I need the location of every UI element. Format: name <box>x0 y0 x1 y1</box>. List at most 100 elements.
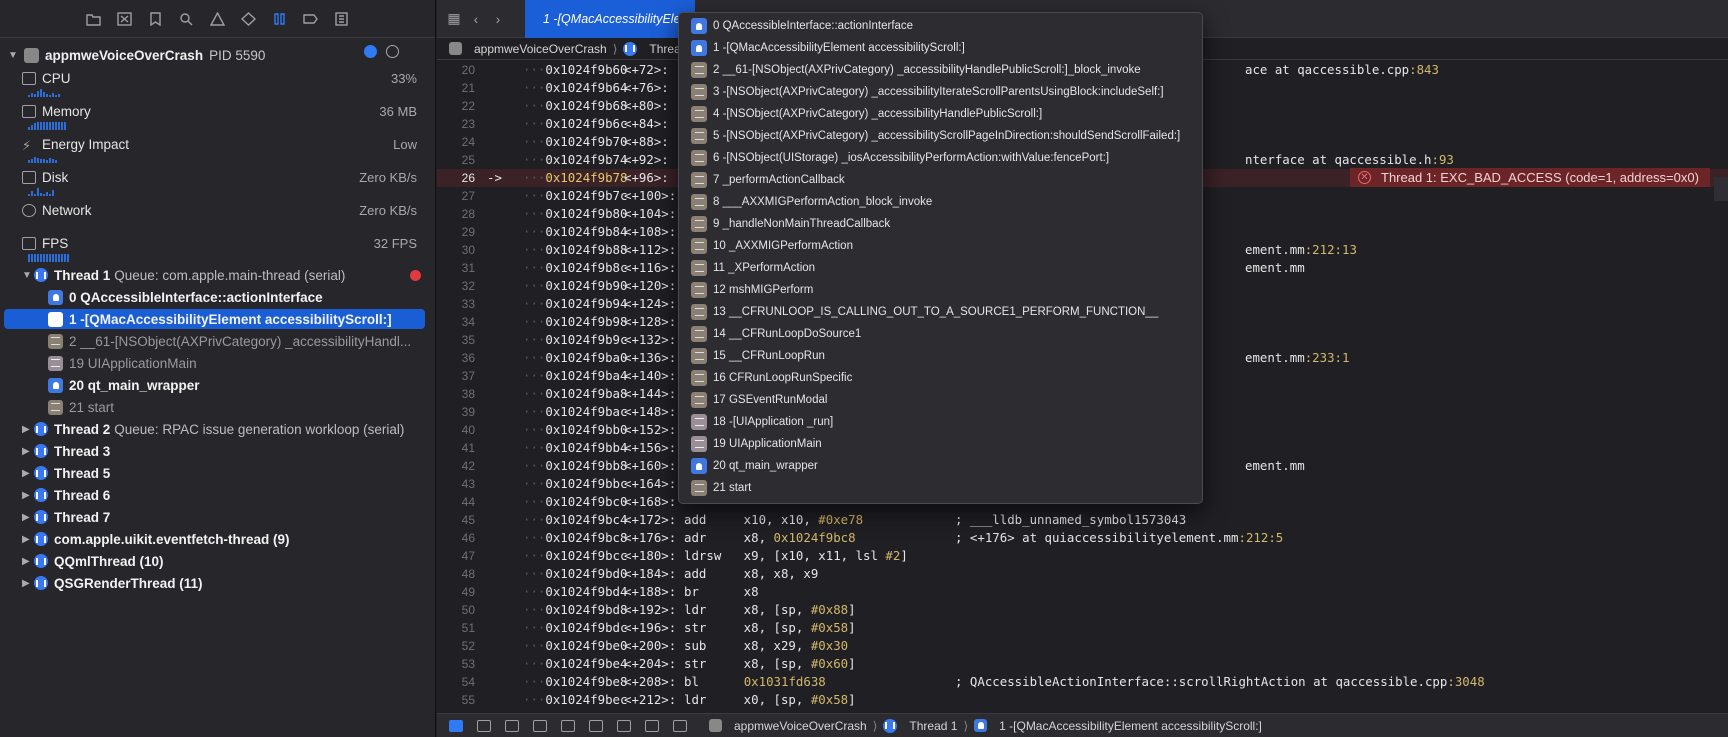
memory-graph-icon[interactable] <box>617 719 631 732</box>
thread-row[interactable]: ▶ Thread 6 <box>0 485 427 505</box>
view-debugger-icon[interactable] <box>589 719 603 732</box>
chevron-down-icon[interactable]: ▼ <box>8 50 20 61</box>
chevron-right-icon[interactable]: ▶ <box>22 578 34 589</box>
stack-menu-label: 15 __CFRunLoopRun <box>713 350 825 362</box>
stack-menu-item[interactable]: 4 -[NSObject(AXPrivCategory) _accessibil… <box>679 103 1202 125</box>
breakpoint-icon[interactable] <box>302 11 319 26</box>
code-line[interactable]: 45 ···0x1024f9bc4 <+172>: add x10, x10, #0x… <box>437 511 1728 529</box>
step-out-icon[interactable] <box>561 719 575 732</box>
source-control-icon[interactable] <box>116 11 133 26</box>
gauge-cpu[interactable]: CPU 33% <box>22 69 417 99</box>
stack-menu-item[interactable]: 1 -[QMacAccessibilityElement accessibili… <box>679 37 1202 59</box>
thread-row[interactable]: ▶ Thread 3 <box>0 441 427 461</box>
crash-message: Thread 1: EXC_BAD_ACCESS (code=1, addres… <box>1381 170 1699 185</box>
stack-menu-item[interactable]: 16 CFRunLoopRunSpecific <box>679 367 1202 389</box>
thread-row[interactable]: ▶ QQmlThread (10) <box>0 551 427 571</box>
gauge-fps[interactable]: FPS 32 FPS <box>22 234 417 264</box>
frame-row[interactable]: 19 UIApplicationMain <box>0 353 427 373</box>
stack-menu-item[interactable]: 8 ___AXXMIGPerformAction_block_invoke <box>679 191 1202 213</box>
code-line[interactable]: 54 ···0x1024f9be8 <+208>: bl 0x1031fd638 ; Q… <box>437 673 1728 691</box>
bookmark-icon[interactable] <box>147 11 164 26</box>
chevron-down-icon[interactable]: ▼ <box>22 270 34 281</box>
frame-row[interactable]: 0 QAccessibleInterface::actionInterface <box>0 287 427 307</box>
stack-menu-item[interactable]: 21 start <box>679 477 1202 499</box>
stack-menu-item[interactable]: 12 mshMIGPerform <box>679 279 1202 301</box>
thread-row[interactable]: ▶ Thread 2 Queue: RPAC issue generation wo… <box>0 419 427 439</box>
thread-row[interactable]: ▶ QSGRenderThread (11) <box>0 573 427 593</box>
code-line[interactable]: 53 ···0x1024f9be4 <+204>: str x8, [sp, #0x6… <box>437 655 1728 673</box>
stack-menu-item[interactable]: 14 __CFRunLoopDoSource1 <box>679 323 1202 345</box>
stack-menu-item[interactable]: 10 _AXXMIGPerformAction <box>679 235 1202 257</box>
report-icon[interactable] <box>333 11 350 26</box>
chevron-right-icon[interactable]: ▶ <box>22 446 34 457</box>
stack-menu-item[interactable]: 15 __CFRunLoopRun <box>679 345 1202 367</box>
stack-menu-item[interactable]: 17 GSEventRunModal <box>679 389 1202 411</box>
thread-label: Thread 3 <box>54 443 111 459</box>
chevron-right-icon[interactable]: ▶ <box>22 534 34 545</box>
debug-icon[interactable] <box>271 11 288 26</box>
environment-icon[interactable] <box>645 719 659 732</box>
pause-icon[interactable] <box>386 45 399 58</box>
code-line[interactable]: 50 ···0x1024f9bd8 <+192>: ldr x8, [sp, #0x8… <box>437 601 1728 619</box>
code-line[interactable]: 51 ···0x1024f9bdc <+196>: str x8, [sp, #0x5… <box>437 619 1728 637</box>
crumb-frame[interactable]: 1 -[QMacAccessibilityElement accessibili… <box>999 719 1262 733</box>
gauge-memory[interactable]: Memory 36 MB <box>22 102 417 132</box>
crumb-thread[interactable]: Thread 1 <box>909 719 957 733</box>
frame-row[interactable]: 20 qt_main_wrapper <box>0 375 427 395</box>
issue-icon[interactable] <box>209 11 226 26</box>
thread-row[interactable]: ▶ com.apple.uikit.eventfetch-thread (9) <box>0 529 427 549</box>
chevron-right-icon[interactable]: ▶ <box>22 490 34 501</box>
thread-row[interactable]: ▶ Thread 5 <box>0 463 427 483</box>
test-icon[interactable] <box>240 11 257 26</box>
stack-menu-item[interactable]: 2 __61-[NSObject(AXPrivCategory) _access… <box>679 59 1202 81</box>
location-icon[interactable] <box>673 719 687 732</box>
step-over-icon[interactable] <box>505 719 519 732</box>
scrollbar-thumb[interactable] <box>1714 177 1728 201</box>
code-line[interactable]: 52 ···0x1024f9be0 <+200>: sub x8, x29, #0x3… <box>437 637 1728 655</box>
instruction-comment-tail: ement.mm:233:1 <box>1245 350 1350 365</box>
scrollbar[interactable] <box>1714 61 1728 713</box>
code-line[interactable]: 49 ···0x1024f9bd4 <+188>: br x8 <box>437 583 1728 601</box>
folder-icon[interactable] <box>85 11 102 26</box>
stack-menu-item[interactable]: 13 __CFRUNLOOP_IS_CALLING_OUT_TO_A_SOURC… <box>679 301 1202 323</box>
crumb-project[interactable]: appmweVoiceOverCrash <box>734 719 867 733</box>
crash-annotation[interactable]: ✕ Thread 1: EXC_BAD_ACCESS (code=1, addr… <box>1350 168 1710 187</box>
frame-row[interactable]: 21 start <box>0 397 427 417</box>
gauge-network[interactable]: Network Zero KB/s <box>22 201 417 231</box>
chevron-right-icon[interactable]: ▶ <box>22 512 34 523</box>
back-icon[interactable]: ‹ <box>465 11 487 27</box>
stack-menu-item[interactable]: 0 QAccessibleInterface::actionInterface <box>679 15 1202 37</box>
stack-menu-item[interactable]: 3 -[NSObject(AXPrivCategory) _accessibil… <box>679 81 1202 103</box>
continue-icon[interactable] <box>477 719 491 732</box>
thread-row-1[interactable]: ▼ Thread 1 Queue: com.apple.main-thread … <box>0 265 427 285</box>
stack-menu-item[interactable]: 9 _handleNonMainThreadCallback <box>679 213 1202 235</box>
instruction-address: ···0x1024f9b78 <box>523 170 628 185</box>
thread-row[interactable]: ▶ Thread 7 <box>0 507 427 527</box>
code-line[interactable]: 55 ···0x1024f9bec <+212>: ldr x0, [sp, #0x5… <box>437 691 1728 709</box>
code-line[interactable]: 48 ···0x1024f9bd0 <+184>: add x8, x8, x9 <box>437 565 1728 583</box>
info-icon[interactable] <box>364 45 377 58</box>
code-line[interactable]: 47 ···0x1024f9bcc <+180>: ldrsw x9, [x10, x… <box>437 547 1728 565</box>
editor-tab-active[interactable]: 1 -[QMacAccessibilityElement accessibili… <box>525 0 695 38</box>
stack-menu-item[interactable]: 20 qt_main_wrapper <box>679 455 1202 477</box>
stack-menu-item[interactable]: 19 UIApplicationMain <box>679 433 1202 455</box>
grid-icon[interactable]: ▦ <box>443 10 465 27</box>
stack-menu-item[interactable]: 7 _performActionCallback <box>679 169 1202 191</box>
stack-menu-item[interactable]: 5 -[NSObject(AXPrivCategory) _accessibil… <box>679 125 1202 147</box>
frame-row[interactable]: 2 __61-[NSObject(AXPrivCategory) _access… <box>0 331 427 351</box>
jumpbar-project[interactable]: appmweVoiceOverCrash <box>474 42 607 56</box>
gauge-energy[interactable]: ⚡ Energy Impact Low <box>22 135 417 165</box>
console-toggle-icon[interactable] <box>449 719 463 732</box>
gauge-disk[interactable]: Disk Zero KB/s <box>22 168 417 198</box>
chevron-right-icon[interactable]: ▶ <box>22 468 34 479</box>
stack-menu-item[interactable]: 18 -[UIApplication _run] <box>679 411 1202 433</box>
step-into-icon[interactable] <box>533 719 547 732</box>
forward-icon[interactable]: › <box>487 11 509 27</box>
frame-row-selected[interactable]: 1 -[QMacAccessibilityElement accessibili… <box>4 309 425 329</box>
chevron-right-icon[interactable]: ▶ <box>22 424 34 435</box>
chevron-right-icon[interactable]: ▶ <box>22 556 34 567</box>
stack-menu-item[interactable]: 11 _XPerformAction <box>679 257 1202 279</box>
stack-menu-item[interactable]: 6 -[NSObject(UIStorage) _iosAccessibilit… <box>679 147 1202 169</box>
code-line[interactable]: 46 ···0x1024f9bc8 <+176>: adr x8, 0x1024f9b… <box>437 529 1728 547</box>
find-icon[interactable] <box>178 11 195 26</box>
